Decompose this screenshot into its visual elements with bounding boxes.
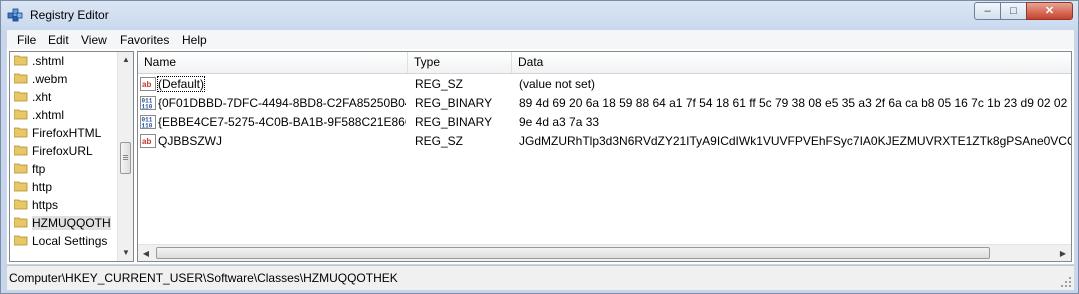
- tree-item[interactable]: .shtml: [12, 52, 116, 70]
- registry-editor-window: Registry Editor – □ ✕ File Edit View Fav…: [0, 0, 1079, 294]
- string-value-icon: ab: [140, 76, 156, 92]
- folder-icon: [13, 108, 28, 120]
- svg-text:110: 110: [142, 104, 153, 111]
- scroll-down-arrow-icon[interactable]: ▼: [118, 245, 133, 261]
- string-value-icon: ab: [140, 133, 156, 149]
- tree-item-label: HZMUQQOTH: [32, 216, 111, 230]
- tree-item-label: .shtml: [32, 54, 65, 68]
- tree-item-label: http: [32, 180, 53, 194]
- value-type: REG_BINARY: [415, 115, 493, 129]
- folder-icon: [13, 180, 28, 192]
- close-button[interactable]: ✕: [1026, 2, 1073, 20]
- status-path: Computer\HKEY_CURRENT_USER\Software\Clas…: [9, 271, 398, 285]
- value-data: JGdMZURhTlp3d3N6RVdZY21ITyA9ICdIWk1VUVFP…: [519, 134, 1071, 148]
- menu-file[interactable]: File: [17, 33, 36, 47]
- menu-edit[interactable]: Edit: [48, 33, 69, 47]
- folder-icon: [13, 54, 28, 66]
- folder-icon: [13, 162, 28, 174]
- folder-icon: [13, 90, 28, 102]
- folder-icon: [13, 144, 28, 156]
- maximize-button[interactable]: □: [1000, 2, 1027, 20]
- key-tree-pane[interactable]: .shtml .webm .xht .xhtml FirefoxHTML FirefoxU…: [9, 51, 134, 262]
- tree-item-label: FirefoxHTML: [32, 126, 102, 140]
- value-data: (value not set): [519, 77, 596, 91]
- scroll-right-arrow-icon[interactable]: ▶: [1055, 245, 1071, 261]
- menu-favorites[interactable]: Favorites: [120, 33, 169, 47]
- tree-item-label: .xht: [32, 90, 52, 104]
- value-name: QJBBSZWJ: [158, 134, 223, 148]
- column-header-data[interactable]: Data: [512, 52, 1071, 73]
- value-type: REG_BINARY: [415, 96, 493, 110]
- scroll-up-arrow-icon[interactable]: ▲: [118, 52, 133, 68]
- table-row[interactable]: 011 110 {EBBE4CE7-5275-4C0B-BA1B-9F588C21E…: [138, 113, 1071, 131]
- client-area: .shtml .webm .xht .xhtml FirefoxHTML FirefoxU…: [7, 49, 1074, 264]
- value-type: REG_SZ: [415, 77, 464, 91]
- menu-help[interactable]: Help: [182, 33, 207, 47]
- column-header-type[interactable]: Type: [408, 52, 512, 73]
- tree-item[interactable]: .webm: [12, 70, 116, 88]
- menu-bar: File Edit View Favorites Help: [7, 30, 1074, 49]
- tree-item[interactable]: .xht: [12, 88, 116, 106]
- column-header-name[interactable]: Name: [138, 52, 408, 73]
- tree-item-label: ftp: [32, 162, 46, 176]
- tree-item-label: .webm: [32, 72, 68, 86]
- tree-item[interactable]: Local Settings: [12, 232, 116, 250]
- value-data: 89 4d 69 20 6a 18 59 88 64 a1 7f 54 18 6…: [519, 96, 1071, 110]
- tree-item[interactable]: http: [12, 178, 116, 196]
- svg-text:ab: ab: [142, 80, 151, 89]
- tree-item-label: .xhtml: [32, 108, 65, 122]
- value-data: 9e 4d a3 7a 33: [519, 115, 600, 129]
- tree-item[interactable]: .xhtml: [12, 106, 116, 124]
- svg-text:ab: ab: [142, 137, 151, 146]
- list-horizontal-scrollbar[interactable]: ◀ ▶: [138, 244, 1071, 261]
- tree-item[interactable]: ftp: [12, 160, 116, 178]
- registry-editor-app-icon: [7, 7, 23, 23]
- folder-icon: [13, 72, 28, 84]
- folder-icon: [13, 126, 28, 138]
- binary-value-icon: 011 110: [140, 114, 156, 130]
- tree-scroll-thumb[interactable]: [120, 142, 131, 174]
- tree-vertical-scrollbar[interactable]: ▲ ▼: [117, 52, 133, 261]
- values-list-pane[interactable]: Name Type Data ab (Default) REG_SZ (value n…: [137, 51, 1072, 262]
- table-row[interactable]: ab QJBBSZWJ REG_SZ JGdMZURhTlp3d3N6RVdZY21I…: [138, 132, 1071, 150]
- table-row[interactable]: 011 110 {0F01DBBD-7DFC-4494-8BD8-C2FA85250…: [138, 94, 1071, 112]
- value-type: REG_SZ: [415, 134, 464, 148]
- tree-item-label: https: [32, 198, 59, 212]
- tree-item-label: Local Settings: [32, 234, 108, 248]
- menu-view[interactable]: View: [81, 33, 107, 47]
- title-bar[interactable]: Registry Editor – □ ✕: [1, 1, 1078, 30]
- folder-icon: [13, 198, 28, 210]
- minimize-button[interactable]: –: [974, 2, 1001, 20]
- folder-icon: [13, 216, 28, 228]
- resize-grip-icon[interactable]: [1060, 276, 1072, 288]
- folder-icon: [13, 234, 28, 246]
- value-name: {EBBE4CE7-5275-4C0B-BA1B-9F588C21E866}: [158, 115, 406, 129]
- tree-item[interactable]: FirefoxURL: [12, 142, 116, 160]
- tree-item-label: FirefoxURL: [32, 144, 93, 158]
- svg-text:110: 110: [142, 123, 153, 130]
- tree-item[interactable]: HZMUQQOTH: [12, 214, 116, 232]
- window-title: Registry Editor: [30, 8, 109, 22]
- tree-item[interactable]: https: [12, 196, 116, 214]
- status-bar: Computer\HKEY_CURRENT_USER\Software\Clas…: [7, 265, 1074, 290]
- table-row[interactable]: ab (Default) REG_SZ (value not set): [138, 75, 1071, 93]
- binary-value-icon: 011 110: [140, 95, 156, 111]
- list-header: Name Type Data: [138, 52, 1071, 74]
- scroll-left-arrow-icon[interactable]: ◀: [138, 245, 154, 261]
- value-name: {0F01DBBD-7DFC-4494-8BD8-C2FA85250B04}: [158, 96, 406, 110]
- list-scroll-thumb[interactable]: [156, 247, 990, 259]
- tree-item[interactable]: FirefoxHTML: [12, 124, 116, 142]
- value-name: (Default): [156, 76, 206, 92]
